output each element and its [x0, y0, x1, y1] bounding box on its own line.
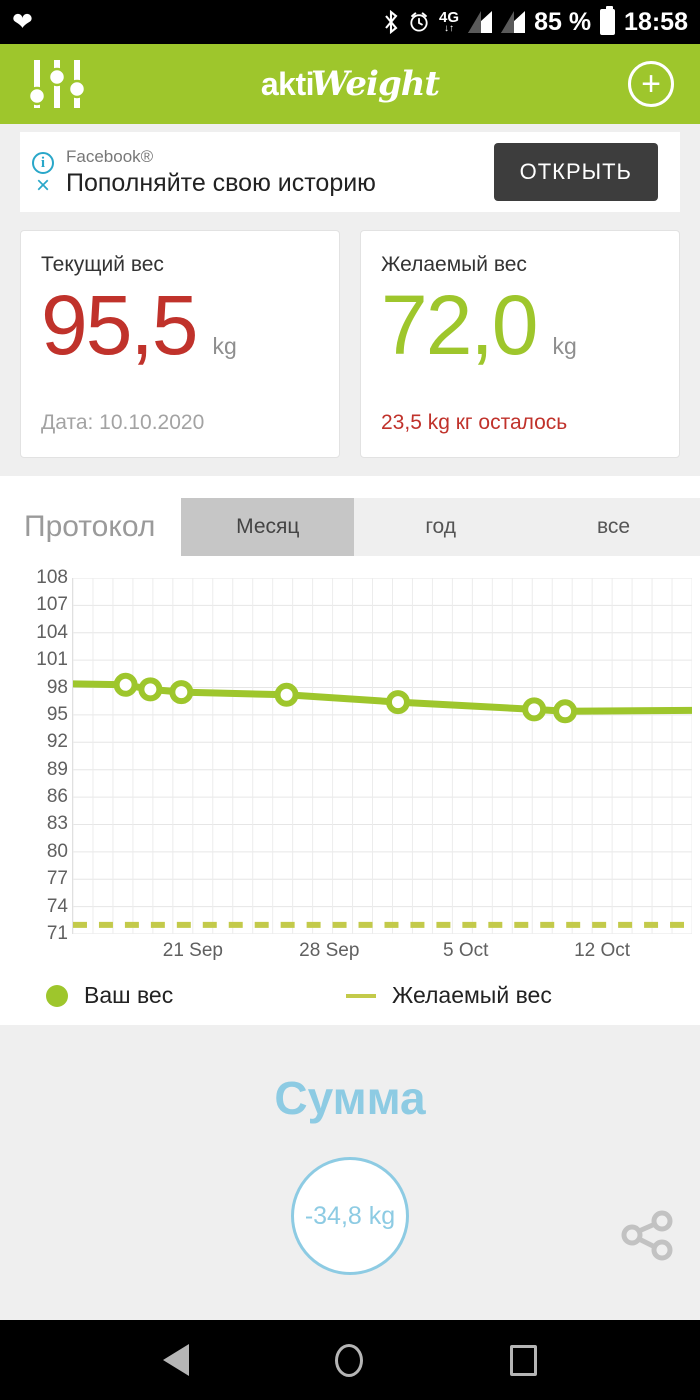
sliders-icon[interactable]	[26, 58, 88, 110]
weight-data-point	[138, 677, 163, 702]
target-weight-card[interactable]: Желаемый вес 72,0 kg 23,5 kg кг осталось	[360, 230, 680, 458]
chart-svg	[73, 578, 692, 934]
range-tabs: Месяц год все	[181, 498, 700, 556]
status-bar-left: ❤	[12, 7, 33, 36]
legend-label-target-weight: Желаемый вес	[392, 982, 552, 1008]
home-icon[interactable]	[335, 1343, 364, 1377]
summary-title: Сумма	[274, 1072, 426, 1124]
summary-badge: -34,8 kg	[291, 1157, 409, 1275]
y-axis-tick-label: 89	[46, 758, 68, 780]
y-axis-tick-label: 71	[46, 923, 68, 944]
weight-data-point	[274, 682, 299, 707]
status-bar: ❤ 4G ↓↑ 85 % 18:58	[0, 0, 700, 44]
tab-month[interactable]: Месяц	[181, 498, 355, 556]
y-axis-tick-label: 86	[46, 786, 68, 808]
clock-label: 18:58	[624, 7, 688, 36]
chart-legend: Ваш вес Желаемый вес	[0, 968, 700, 1009]
share-icon[interactable]	[618, 1205, 678, 1265]
weight-data-point	[113, 672, 138, 697]
current-weight-card[interactable]: Текущий вес 95,5 kg Дата: 10.10.2020	[20, 230, 340, 458]
chart-plot-area	[72, 578, 692, 934]
battery-icon	[600, 6, 616, 35]
back-icon[interactable]	[163, 1344, 190, 1376]
current-weight-unit: kg	[212, 333, 237, 359]
brand-name-primary: akti	[260, 66, 315, 102]
y-axis-tick-label: 92	[46, 731, 68, 753]
tab-year[interactable]: год	[354, 498, 528, 556]
close-icon[interactable]: ×	[36, 174, 50, 198]
ad-banner[interactable]: i × Facebook® Пополняйте свою историю ОТ…	[20, 132, 680, 212]
weight-data-point	[169, 680, 194, 705]
brand-name-secondary: Weight	[310, 64, 440, 104]
x-axis-tick-label: 21 Sep	[162, 940, 224, 961]
alarm-icon	[410, 12, 428, 32]
network-type-label: 4G	[439, 8, 460, 26]
app-bar: aktiWeight +	[0, 44, 700, 124]
weight-data-point	[522, 697, 547, 722]
current-weight-value: 95,5	[41, 278, 198, 372]
y-axis-tick-label: 101	[36, 649, 68, 671]
target-weight-remaining: 23,5 kg кг осталось	[381, 411, 568, 434]
battery-percent-label: 85 %	[534, 7, 592, 36]
y-axis-tick-label: 95	[46, 703, 68, 725]
y-axis-tick-label: 83	[46, 813, 68, 835]
legend-label-your-weight: Ваш вес	[84, 982, 174, 1008]
ad-headline-label: Пополняйте свою историю	[66, 169, 376, 197]
recents-icon[interactable]	[509, 1344, 537, 1376]
ad-banner-text: Facebook® Пополняйте свою историю	[60, 146, 494, 198]
weight-chart[interactable]: 108 107 104 101 98 95 92 89 86 83 80 77 74 71 21 Sep 2…	[0, 567, 700, 970]
android-nav-bar	[0, 1320, 700, 1400]
current-weight-date: Дата: 10.10.2020	[41, 411, 205, 434]
weight-data-point	[385, 690, 410, 715]
tab-all[interactable]: все	[527, 498, 700, 556]
y-axis-tick-label: 80	[46, 840, 68, 862]
legend-dot-icon	[46, 984, 68, 1007]
app-title: aktiWeight	[0, 64, 700, 104]
network-arrows: ↓↑	[444, 22, 455, 34]
y-axis-tick-label: 108	[36, 567, 68, 588]
ad-banner-icons: i ×	[26, 148, 60, 198]
add-entry-button[interactable]: +	[628, 61, 674, 107]
target-weight-unit: kg	[552, 333, 577, 359]
ad-advertiser-label: Facebook®	[66, 147, 154, 166]
y-axis-tick-label: 74	[46, 895, 68, 917]
y-axis-tick-label: 98	[46, 676, 68, 698]
current-weight-title: Текущий вес	[41, 253, 164, 276]
y-axis-tick-label: 107	[36, 594, 68, 616]
protocol-title: Протокол	[24, 510, 156, 543]
target-weight-title: Желаемый вес	[381, 253, 527, 276]
y-axis-tick-label: 104	[36, 621, 68, 643]
summary-value: -34,8 kg	[304, 1201, 396, 1230]
weight-data-point	[553, 699, 578, 724]
x-axis-tick-label: 12 Oct	[574, 940, 631, 961]
ad-open-button[interactable]: ОТКРЫТЬ	[493, 143, 658, 201]
ad-banner-wrapper: i × Facebook® Пополняйте свою историю ОТ…	[0, 124, 700, 212]
target-weight-value: 72,0	[381, 278, 538, 372]
bluetooth-icon	[385, 10, 398, 34]
target-weight-value-row: 72,0 kg	[381, 283, 659, 367]
status-bar-right: 4G ↓↑ 85 % 18:58	[383, 6, 688, 37]
protocol-panel: Протокол Месяц год все 108 107 104 101 98 95 9…	[0, 476, 700, 1025]
current-weight-value-row: 95,5 kg	[41, 283, 319, 367]
x-axis-tick-label: 28 Sep	[299, 940, 360, 961]
chart-x-axis: 21 Sep 28 Sep 5 Oct 12 Oct	[72, 940, 692, 970]
summary-section: Сумма -34,8 kg	[0, 1025, 700, 1275]
signal-bars-sim2-icon	[501, 11, 526, 33]
chart-y-axis: 108 107 104 101 98 95 92 89 86 83 80 77 74 71	[0, 567, 68, 944]
y-axis-tick-label: 77	[46, 868, 68, 890]
heart-icon: ❤	[12, 7, 33, 36]
protocol-header: Протокол Месяц год все	[0, 476, 700, 560]
info-icon[interactable]: i	[32, 152, 54, 174]
plus-icon: +	[641, 65, 661, 103]
weight-cards: Текущий вес 95,5 kg Дата: 10.10.2020 Жел…	[0, 212, 700, 458]
legend-item-your-weight: Ваш вес	[46, 982, 346, 1009]
legend-line-icon	[346, 993, 376, 998]
x-axis-tick-label: 5 Oct	[442, 940, 489, 961]
network-type-icon: 4G ↓↑	[439, 8, 460, 34]
signal-bars-sim1-icon	[468, 11, 493, 33]
legend-item-target-weight: Желаемый вес	[346, 982, 552, 1009]
